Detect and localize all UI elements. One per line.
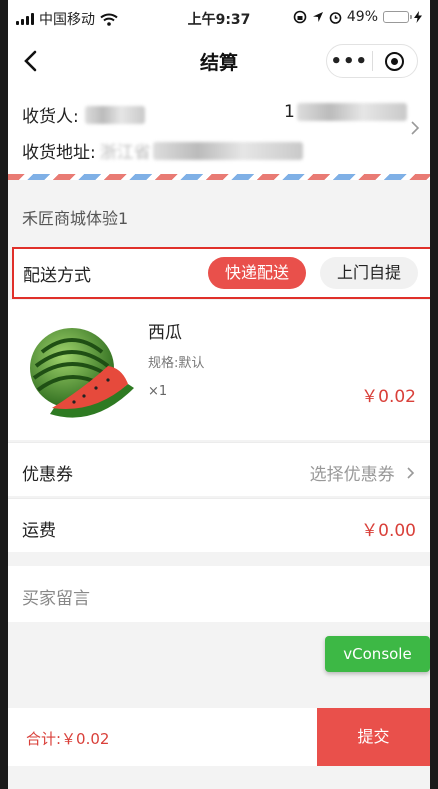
order-total: 合计:￥0.02 — [26, 730, 110, 748]
phone-redacted — [296, 103, 407, 121]
checkout-footer: 合计:￥0.02 提交 — [8, 708, 430, 766]
more-dots-icon[interactable]: ••• — [327, 51, 372, 72]
shop-header: 禾匠商城体验1 — [8, 180, 430, 244]
shop-name: 禾匠商城体验1 — [22, 209, 129, 228]
buyer-message-placeholder: 买家留言 — [22, 589, 90, 609]
freight-row: 运费 ￥0.00 — [8, 498, 430, 552]
product-spec: 规格:默认 — [148, 356, 205, 371]
address-card[interactable]: 收货人: 1 收货地址: 浙江省 — [8, 88, 430, 174]
receiver-label: 收货人: — [22, 107, 79, 127]
freight-value: ￥0.00 — [361, 521, 416, 541]
product-quantity: ×1 — [148, 384, 168, 399]
receiver-row: 收货人: — [22, 102, 145, 127]
product-price: ￥0.02 — [361, 387, 416, 407]
lock-rotation-icon — [293, 10, 307, 24]
miniapp-capsule: ••• — [326, 44, 418, 78]
battery-icon — [383, 11, 412, 23]
nav-bar: 结算 ••• — [8, 34, 430, 88]
delivery-method-row: 配送方式 快递配送 上门自提 — [12, 247, 430, 299]
address-row: 收货地址: 浙江省 — [22, 138, 303, 163]
target-close-icon[interactable] — [372, 51, 417, 71]
delivery-label: 配送方式 — [23, 266, 91, 286]
submit-button[interactable]: 提交 — [317, 708, 430, 766]
chevron-right-icon — [407, 467, 415, 479]
self-pickup-button[interactable]: 上门自提 — [320, 257, 418, 289]
status-right: 49% — [293, 9, 422, 25]
express-delivery-button[interactable]: 快递配送 — [208, 257, 306, 289]
bottom-safe-area — [8, 766, 430, 789]
status-bar: 中国移动 上午9:37 49% — [8, 0, 430, 34]
coupon-row[interactable]: 优惠券 选择优惠券 — [8, 442, 430, 496]
phone-screen: 中国移动 上午9:37 49% 结算 ••• 收货人: 1 收货地址: 浙江省 … — [8, 0, 430, 789]
address-prefix: 浙江省 — [99, 143, 151, 163]
receiver-name-redacted — [84, 105, 145, 124]
battery-percent: 49% — [346, 9, 378, 25]
product-name: 西瓜 — [148, 323, 182, 343]
product-item: 西瓜 规格:默认 ×1 ￥0.02 — [8, 300, 430, 440]
freight-label: 运费 — [22, 521, 56, 541]
alarm-icon — [329, 11, 342, 24]
coupon-action-text: 选择优惠券 — [309, 465, 395, 485]
address-label: 收货地址: — [22, 143, 96, 163]
phone-prefix: 1 — [284, 102, 295, 122]
coupon-action: 选择优惠券 — [310, 460, 416, 485]
charging-icon — [414, 11, 422, 23]
location-icon — [312, 12, 323, 22]
address-redacted — [152, 141, 303, 160]
phone-row: 1 — [284, 102, 407, 122]
vconsole-button[interactable]: vConsole — [325, 636, 430, 672]
watermelon-image — [30, 328, 134, 418]
coupon-label: 优惠券 — [22, 465, 73, 485]
chevron-right-icon — [410, 120, 420, 141]
buyer-message-field[interactable]: 买家留言 — [8, 566, 430, 622]
